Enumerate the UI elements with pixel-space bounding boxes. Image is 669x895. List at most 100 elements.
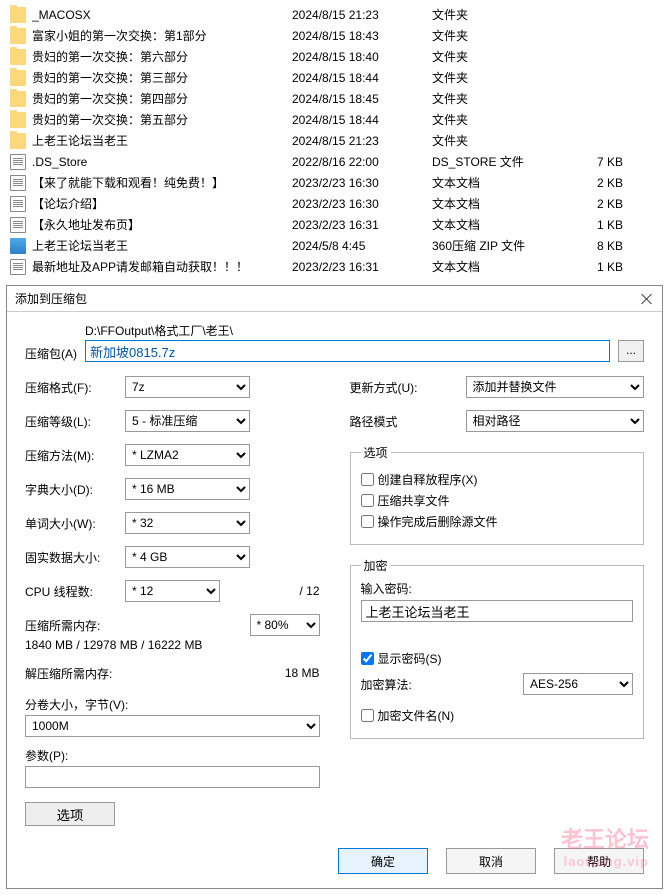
file-list: _MACOSX2024/8/15 21:23文件夹富家小姐的第一次交换：第1部分… (0, 0, 669, 285)
pathmode-select[interactable]: 相对路径 (466, 410, 645, 432)
solid-select[interactable]: * 4 GB (125, 546, 250, 568)
browse-button[interactable]: ... (618, 340, 644, 362)
threads-max: / 12 (299, 584, 319, 598)
cancel-button[interactable]: 取消 (446, 848, 536, 874)
split-select[interactable]: 1000M (25, 715, 320, 737)
options-button[interactable]: 选项 (25, 802, 115, 826)
file-type: 文件夹 (432, 111, 597, 128)
folder-icon (10, 133, 26, 149)
ok-button[interactable]: 确定 (338, 848, 428, 874)
format-label: 压缩格式(F): (25, 379, 125, 396)
file-type: 360压缩 ZIP 文件 (432, 237, 597, 254)
file-row[interactable]: _MACOSX2024/8/15 21:23文件夹 (10, 4, 669, 25)
file-name: 上老王论坛当老王 (32, 237, 292, 254)
file-row[interactable]: 富家小姐的第一次交换：第1部分2024/8/15 18:43文件夹 (10, 25, 669, 46)
archive-dialog: 添加到压缩包 压缩包(A) D:\FFOutput\格式工厂\老王\ ... 压… (6, 285, 663, 889)
file-type: 文本文档 (432, 216, 597, 233)
password-label: 输入密码: (361, 580, 634, 597)
file-name: 【永久地址发布页】 (32, 216, 292, 233)
file-row[interactable]: 最新地址及APP请发邮箱自动获取！！！2023/2/23 16:31文本文档1 … (10, 256, 669, 277)
split-label: 分卷大小，字节(V): (25, 696, 320, 713)
folder-icon (10, 7, 26, 23)
dict-select[interactable]: * 16 MB (125, 478, 250, 500)
word-select[interactable]: * 32 (125, 512, 250, 534)
help-button[interactable]: 帮助 (554, 848, 644, 874)
file-name: 最新地址及APP请发邮箱自动获取！！！ (32, 258, 292, 275)
file-date: 2024/8/15 21:23 (292, 134, 432, 148)
file-row[interactable]: 上老王论坛当老王2024/5/8 4:45360压缩 ZIP 文件8 KB (10, 235, 669, 256)
file-date: 2023/2/23 16:30 (292, 176, 432, 190)
file-name: _MACOSX (32, 8, 292, 22)
params-input[interactable] (25, 766, 320, 788)
params-label: 参数(P): (25, 747, 320, 764)
dialog-titlebar: 添加到压缩包 (7, 286, 662, 312)
algo-select[interactable]: AES-256 (523, 673, 633, 695)
file-row[interactable]: 贵妇的第一次交换：第五部分2024/8/15 18:44文件夹 (10, 109, 669, 130)
folder-icon (10, 70, 26, 86)
file-type: 文件夹 (432, 48, 597, 65)
method-label: 压缩方法(M): (25, 447, 125, 464)
file-row[interactable]: 贵妇的第一次交换：第三部分2024/8/15 18:44文件夹 (10, 67, 669, 88)
folder-icon (10, 49, 26, 65)
password-input[interactable] (361, 600, 634, 622)
file-name: 富家小姐的第一次交换：第1部分 (32, 27, 292, 44)
file-size: 1 KB (597, 218, 669, 232)
file-row[interactable]: 贵妇的第一次交换：第四部分2024/8/15 18:45文件夹 (10, 88, 669, 109)
file-date: 2022/8/16 22:00 (292, 155, 432, 169)
method-select[interactable]: * LZMA2 (125, 444, 250, 466)
file-date: 2023/2/23 16:30 (292, 197, 432, 211)
file-name: 【论坛介绍】 (32, 195, 292, 212)
file-type: 文件夹 (432, 27, 597, 44)
algo-label: 加密算法: (361, 676, 524, 693)
mem-decompress-value: 18 MB (285, 666, 320, 680)
file-type: 文件夹 (432, 69, 597, 86)
format-select[interactable]: 7z (125, 376, 250, 398)
file-size: 8 KB (597, 239, 669, 253)
file-row[interactable]: 贵妇的第一次交换：第六部分2024/8/15 18:40文件夹 (10, 46, 669, 67)
file-row[interactable]: .DS_Store2022/8/16 22:00DS_STORE 文件7 KB (10, 151, 669, 172)
file-date: 2024/5/8 4:45 (292, 239, 432, 253)
folder-icon (10, 91, 26, 107)
update-select[interactable]: 添加并替换文件 (466, 376, 645, 398)
file-row[interactable]: 【永久地址发布页】2023/2/23 16:31文本文档1 KB (10, 214, 669, 235)
file-row[interactable]: 【论坛介绍】2023/2/23 16:30文本文档2 KB (10, 193, 669, 214)
encryption-legend: 加密 (361, 557, 391, 574)
file-type: 文件夹 (432, 6, 597, 23)
file-size: 7 KB (597, 155, 669, 169)
delete-after-checkbox[interactable]: 操作完成后删除源文件 (361, 513, 634, 530)
archive-input[interactable] (85, 340, 610, 362)
file-size: 2 KB (597, 197, 669, 211)
file-date: 2024/8/15 18:44 (292, 113, 432, 127)
file-type: 文本文档 (432, 195, 597, 212)
level-label: 压缩等级(L): (25, 413, 125, 430)
folder-icon (10, 112, 26, 128)
file-name: 贵妇的第一次交换：第六部分 (32, 48, 292, 65)
file-date: 2023/2/23 16:31 (292, 218, 432, 232)
doc-icon (10, 217, 26, 233)
file-date: 2023/2/23 16:31 (292, 260, 432, 274)
file-name: 上老王论坛当老王 (32, 132, 292, 149)
encrypt-names-checkbox[interactable]: 加密文件名(N) (361, 707, 634, 724)
solid-label: 固实数据大小: (25, 549, 125, 566)
show-password-checkbox[interactable]: 显示密码(S) (361, 650, 634, 667)
threads-label: CPU 线程数: (25, 583, 125, 600)
file-type: 文本文档 (432, 174, 597, 191)
doc-icon (10, 154, 26, 170)
mem-limit-select[interactable]: * 80% (250, 614, 320, 636)
file-row[interactable]: 【来了就能下载和观看！纯免费！】2023/2/23 16:30文本文档2 KB (10, 172, 669, 193)
file-name: 贵妇的第一次交换：第三部分 (32, 69, 292, 86)
doc-icon (10, 196, 26, 212)
file-row[interactable]: 上老王论坛当老王2024/8/15 21:23文件夹 (10, 130, 669, 151)
file-size: 1 KB (597, 260, 669, 274)
file-type: DS_STORE 文件 (432, 153, 597, 170)
folder-icon (10, 28, 26, 44)
sfx-checkbox[interactable]: 创建自释放程序(X) (361, 471, 634, 488)
mem-compress-label: 压缩所需内存: (25, 617, 250, 634)
file-name: 贵妇的第一次交换：第五部分 (32, 111, 292, 128)
doc-icon (10, 175, 26, 191)
file-size: 2 KB (597, 176, 669, 190)
shared-checkbox[interactable]: 压缩共享文件 (361, 492, 634, 509)
threads-select[interactable]: * 12 (125, 580, 220, 602)
close-icon[interactable] (640, 292, 654, 306)
level-select[interactable]: 5 - 标准压缩 (125, 410, 250, 432)
